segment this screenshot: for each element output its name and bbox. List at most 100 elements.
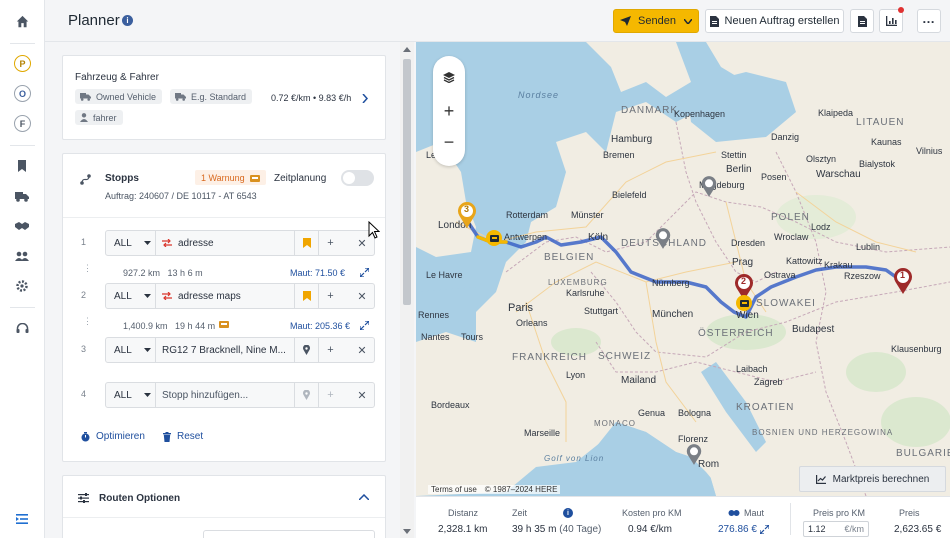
expand-icon[interactable] bbox=[360, 321, 369, 330]
add-icon[interactable]: + bbox=[318, 284, 342, 308]
warning-label: 1 Warnung bbox=[201, 172, 245, 183]
reset-button[interactable]: Reset bbox=[163, 431, 203, 442]
time-info-icon[interactable]: i bbox=[563, 508, 573, 518]
standard-chip-label: E.g. Standard bbox=[191, 91, 247, 102]
truck-icon[interactable] bbox=[7, 183, 37, 209]
map-label: Prag bbox=[732, 257, 754, 268]
scroll-down-icon[interactable] bbox=[403, 529, 411, 534]
price-km-input[interactable]: 1.12 €/km bbox=[803, 521, 869, 537]
chevron-up-icon[interactable] bbox=[359, 494, 369, 500]
map-label: BOSNIEN UND HERZEGOWINA bbox=[752, 428, 894, 437]
map-label: Bologna bbox=[678, 408, 712, 418]
handshake-icon[interactable] bbox=[7, 213, 37, 239]
vehicle-card[interactable]: Fahrzeug & Fahrer Owned Vehicle E.g. Sta… bbox=[62, 55, 386, 140]
schedule-toggle[interactable] bbox=[341, 170, 374, 186]
workspace-f-button[interactable]: F bbox=[14, 115, 31, 132]
map-label: ÖSTERREICH bbox=[698, 328, 774, 339]
route-options-card[interactable]: Routen Optionen bbox=[62, 475, 386, 538]
expand-icon[interactable] bbox=[760, 525, 769, 534]
add-icon[interactable]: + bbox=[318, 338, 342, 362]
market-price-button[interactable]: Marktpreis berechnen bbox=[799, 466, 946, 492]
terms-link[interactable]: Terms of use bbox=[431, 485, 477, 494]
bookmark-icon[interactable] bbox=[7, 153, 37, 179]
map-label: Rotterdam bbox=[506, 210, 549, 220]
home-icon[interactable] bbox=[7, 8, 37, 34]
price-km-value: 1.12 bbox=[808, 524, 826, 534]
more-button[interactable]: … bbox=[917, 9, 941, 33]
optimize-button[interactable]: Optimieren bbox=[81, 431, 145, 442]
toll-warning-icon bbox=[219, 321, 229, 328]
remove-icon[interactable]: ✕ bbox=[350, 284, 374, 308]
map-label: Bialystok bbox=[859, 159, 896, 169]
stop-type-select[interactable]: ALL bbox=[106, 284, 156, 308]
panel-scrollbar[interactable] bbox=[400, 42, 414, 538]
map-label: Le Havre bbox=[426, 270, 463, 280]
trash-icon bbox=[163, 431, 171, 442]
map-label: Stettin bbox=[721, 150, 747, 160]
divider bbox=[63, 517, 385, 518]
stop-type-select[interactable]: ALL bbox=[106, 338, 156, 362]
divider bbox=[10, 145, 35, 146]
users-icon[interactable] bbox=[7, 243, 37, 269]
map-label: Klausenburg bbox=[891, 344, 942, 354]
map-label: Paris bbox=[508, 302, 534, 314]
send-button[interactable]: Senden bbox=[613, 9, 699, 33]
scroll-thumb[interactable] bbox=[403, 59, 411, 305]
stop-type-select[interactable]: ALL bbox=[106, 383, 156, 407]
bookmark-icon[interactable] bbox=[294, 231, 318, 255]
chevron-right-icon[interactable] bbox=[362, 94, 368, 103]
poi-pin-icon[interactable] bbox=[686, 444, 702, 465]
stop-address[interactable]: adresse maps bbox=[162, 284, 241, 308]
support-icon[interactable] bbox=[7, 316, 37, 342]
swap-arrows-icon bbox=[162, 239, 172, 247]
map-label: Marseille bbox=[524, 428, 561, 438]
person-icon bbox=[80, 113, 88, 122]
map-label: Rzeszow bbox=[844, 271, 881, 281]
stop-address-text: adresse bbox=[178, 237, 214, 249]
leg-1-time: 13 h 6 m bbox=[167, 268, 203, 278]
info-icon[interactable]: i bbox=[122, 15, 133, 26]
add-stop-input[interactable]: Stopp hinzufügen... bbox=[162, 383, 248, 407]
expand-icon[interactable] bbox=[360, 268, 369, 277]
stop-type-value: ALL bbox=[114, 344, 132, 356]
workspace-p-button[interactable]: P bbox=[14, 55, 31, 72]
map-label: Lodz bbox=[811, 222, 831, 232]
map-label: Genua bbox=[638, 408, 666, 418]
stop-address[interactable]: adresse bbox=[162, 231, 214, 255]
location-pin-icon[interactable] bbox=[294, 338, 318, 362]
remove-icon[interactable]: ✕ bbox=[350, 383, 374, 407]
map-label: Krakau bbox=[824, 260, 853, 270]
toll-marker-icon[interactable] bbox=[486, 230, 502, 246]
map-label: FRANKREICH bbox=[512, 352, 588, 363]
add-icon[interactable]: + bbox=[318, 383, 342, 407]
route-option-field[interactable] bbox=[203, 530, 375, 538]
stop-type-select[interactable]: ALL bbox=[106, 231, 156, 255]
warning-badge[interactable]: 1 Warnung bbox=[195, 170, 266, 185]
bookmark-icon[interactable] bbox=[294, 284, 318, 308]
collapse-menu-icon[interactable] bbox=[7, 506, 37, 532]
schedule-label: Zeitplanung bbox=[274, 173, 327, 184]
gear-icon[interactable] bbox=[7, 273, 37, 299]
toll-icon bbox=[249, 174, 260, 182]
chart-button[interactable] bbox=[879, 7, 904, 33]
caret-down-icon bbox=[143, 294, 151, 298]
add-icon[interactable]: + bbox=[318, 231, 342, 255]
location-pin-icon[interactable] bbox=[294, 383, 318, 407]
route-map[interactable]: Nordsee DANMARK Kopenhagen Klaipeda LITA… bbox=[416, 42, 950, 496]
workspace-o-button[interactable]: O bbox=[14, 85, 31, 102]
toll-marker-icon[interactable] bbox=[736, 295, 752, 311]
new-order-button[interactable]: Neuen Auftrag erstellen bbox=[705, 9, 844, 33]
stop-address[interactable]: RG12 7 Bracknell, Nine M... bbox=[162, 338, 286, 362]
zoom-out-button[interactable]: − bbox=[433, 131, 465, 153]
remove-icon[interactable]: ✕ bbox=[350, 338, 374, 362]
stop-row-3: ALL RG12 7 Bracknell, Nine M... + ✕ bbox=[105, 337, 375, 363]
zoom-in-button[interactable]: + bbox=[433, 100, 465, 122]
map-label: Nordsee bbox=[518, 90, 560, 100]
poi-pin-icon[interactable] bbox=[655, 228, 671, 249]
layers-icon[interactable] bbox=[433, 66, 465, 88]
map-label: DANMARK bbox=[621, 105, 679, 116]
scroll-up-icon[interactable] bbox=[403, 47, 411, 52]
pdf-button[interactable] bbox=[850, 9, 874, 33]
poi-pin-icon[interactable] bbox=[701, 176, 717, 197]
map-label: Ostrava bbox=[764, 270, 796, 280]
